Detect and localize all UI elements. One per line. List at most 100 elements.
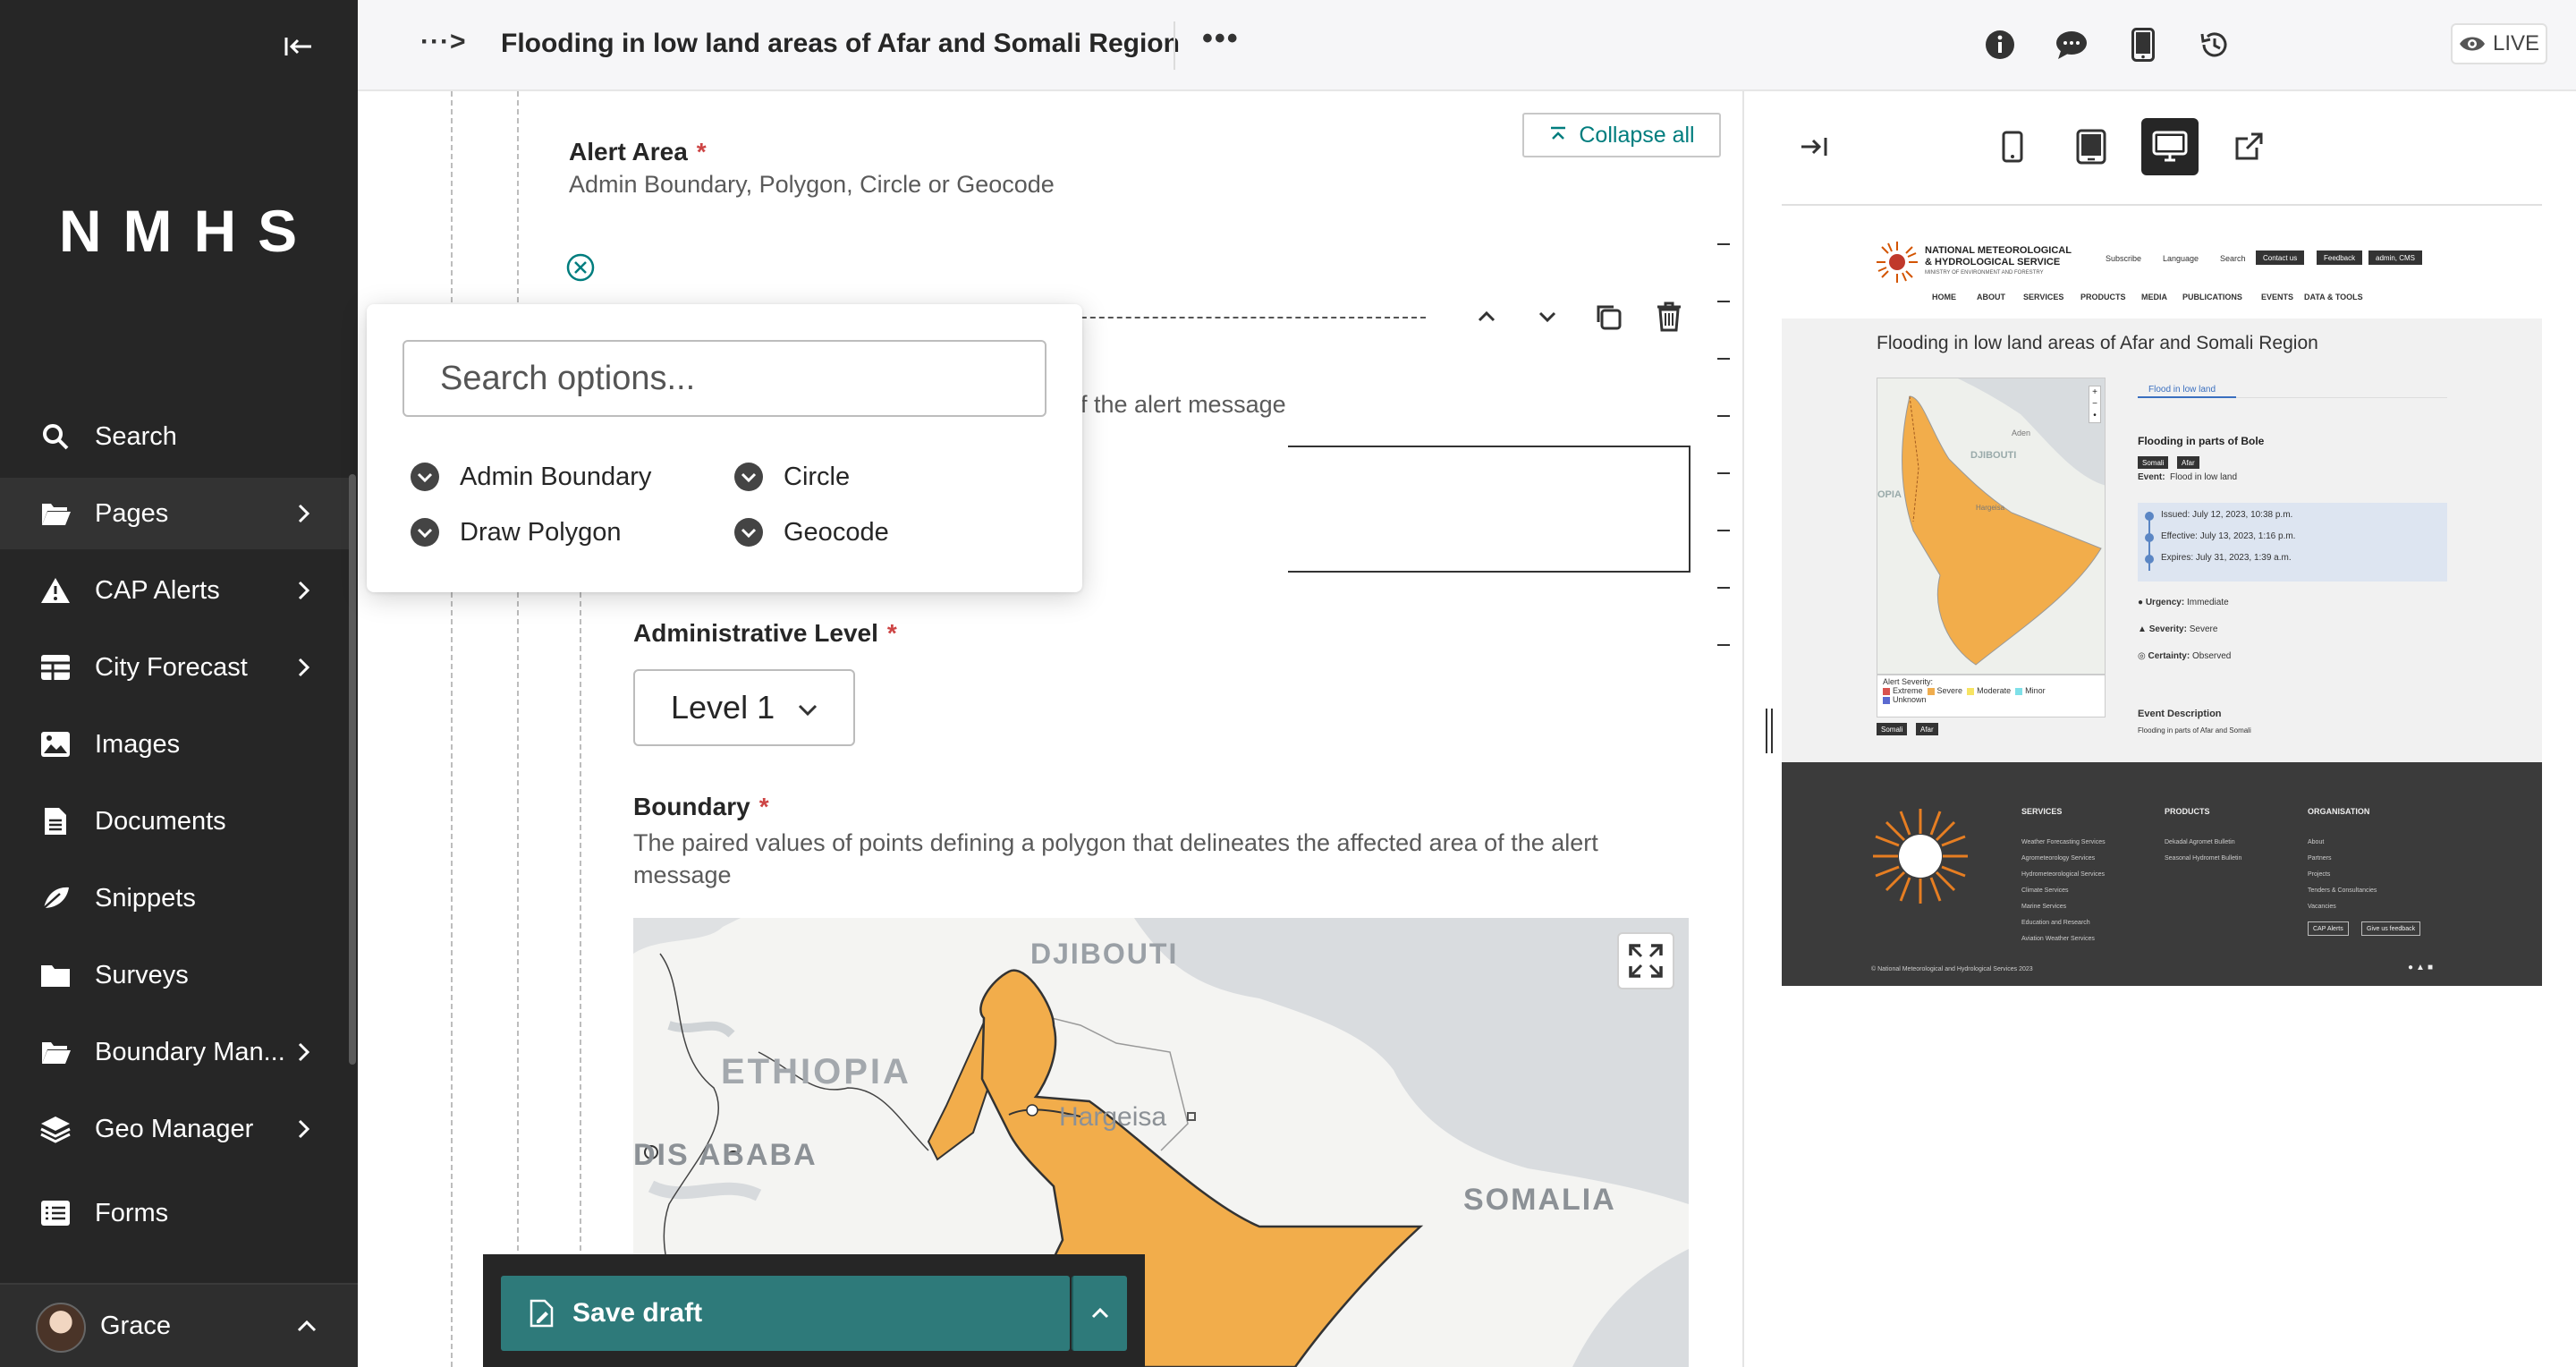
footer-link[interactable]: Hydrometeorological Services (2021, 871, 2105, 878)
sidebar-scrollbar[interactable] (349, 474, 356, 1065)
site-nav-media[interactable]: MEDIA (2141, 293, 2167, 301)
collapse-all-button[interactable]: Collapse all (1522, 113, 1721, 157)
footer-link[interactable]: About (2308, 839, 2324, 845)
preview-resize-handle[interactable] (1766, 709, 1773, 753)
option-circle[interactable]: Circle (733, 462, 850, 492)
sidebar-item-label: Pages (95, 498, 169, 528)
duplicate-button[interactable] (1590, 299, 1626, 335)
site-nav-products[interactable]: PRODUCTS (2080, 293, 2126, 301)
alert-page-title: Flooding in low land areas of Afar and S… (1877, 333, 2318, 353)
comments-button[interactable] (2054, 27, 2089, 63)
remove-area-icon[interactable] (565, 252, 596, 283)
map-fullscreen-button[interactable] (1617, 932, 1674, 989)
option-draw-polygon[interactable]: Draw Polygon (410, 517, 622, 548)
sidebar-item-snippets[interactable]: Snippets (0, 862, 349, 934)
collapse-sidebar-button[interactable] (281, 29, 317, 64)
preview-desktop-button[interactable] (2141, 118, 2199, 175)
site-nav-publications[interactable]: PUBLICATIONS (2182, 293, 2242, 301)
sidebar-item-city-forecast[interactable]: City Forecast (0, 632, 349, 703)
alert-map[interactable]: + − • Aden DJIBOUTI OPIA Hargeisa (1877, 378, 2106, 675)
sidebar-item-pages[interactable]: Pages (0, 478, 349, 549)
document-edit-icon (530, 1299, 554, 1328)
footer-link[interactable]: Seasonal Hydromet Bulletin (2165, 855, 2241, 862)
admin-cms-button[interactable]: admin, CMS (2368, 250, 2423, 265)
user-menu[interactable]: Grace (0, 1283, 358, 1367)
footer-link[interactable]: Education and Research (2021, 920, 2090, 926)
move-down-button[interactable] (1530, 299, 1565, 335)
footer-feedback-button[interactable]: Give us feedback (2361, 921, 2421, 936)
info-button[interactable] (1982, 27, 2018, 63)
administrative-level-label: Administrative Level * (633, 619, 897, 647)
preview-mobile-button[interactable] (1984, 118, 2041, 175)
footer-link[interactable]: Weather Forecasting Services (2021, 839, 2106, 845)
event-label: Event: (2138, 472, 2165, 482)
sidebar-item-surveys[interactable]: Surveys (0, 939, 349, 1011)
info-icon (1986, 30, 2014, 59)
sidebar-item-documents[interactable]: Documents (0, 785, 349, 857)
sidebar-item-cap-alerts[interactable]: CAP Alerts (0, 555, 349, 626)
open-preview-new-tab-button[interactable] (2220, 118, 2277, 175)
twitter-icon[interactable]: ▲ (2416, 963, 2428, 972)
footer-cap-alerts-button[interactable]: CAP Alerts (2308, 921, 2349, 936)
site-nav-events[interactable]: EVENTS (2261, 293, 2293, 301)
search-icon (39, 420, 72, 453)
administrative-level-select[interactable]: Level 1 (633, 669, 855, 746)
sidebar-item-label: Surveys (95, 960, 189, 989)
more-actions-button[interactable]: ••• (1202, 21, 1240, 56)
option-admin-boundary[interactable]: Admin Boundary (410, 462, 651, 492)
sidebar-item-geo-manager[interactable]: Geo Manager (0, 1093, 349, 1165)
youtube-icon[interactable]: ■ (2428, 963, 2436, 972)
sidebar-item-boundary-manager[interactable]: Boundary Man... (0, 1016, 349, 1088)
delete-button[interactable] (1651, 299, 1687, 335)
language-link[interactable]: Language (2163, 254, 2199, 263)
sidebar-item-search[interactable]: Search (0, 401, 349, 472)
desktop-icon (2152, 131, 2188, 162)
contact-us-button[interactable]: Contact us (2256, 250, 2305, 265)
tab-flood-in-low-land[interactable]: Flood in low land (2148, 385, 2216, 395)
site-nav-data-tools[interactable]: DATA & TOOLS (2304, 293, 2363, 301)
save-draft-button[interactable]: Save draft (501, 1276, 1070, 1351)
live-status-button[interactable]: LIVE (2451, 23, 2547, 64)
option-geocode[interactable]: Geocode (733, 517, 889, 548)
area-tag-afar: Afar (2177, 456, 2199, 469)
sidebar-item-images[interactable]: Images (0, 709, 349, 780)
site-nav-services[interactable]: SERVICES (2023, 293, 2063, 301)
option-label: Admin Boundary (460, 462, 652, 491)
chevron-down-circle-icon (734, 463, 763, 491)
search-link[interactable]: Search (2220, 254, 2246, 263)
footer-link[interactable]: Agrometeorology Services (2021, 855, 2095, 862)
history-button[interactable] (2197, 27, 2233, 63)
area-description-input[interactable] (1288, 446, 1690, 573)
tablet-icon (2076, 129, 2106, 165)
facebook-icon[interactable]: ● (2408, 963, 2416, 972)
close-preview-button[interactable] (1785, 118, 1843, 175)
footer-services-heading: SERVICES (2021, 807, 2063, 816)
more-save-options-button[interactable] (1072, 1276, 1127, 1351)
sidebar-item-label: Geo Manager (95, 1114, 254, 1143)
social-icons[interactable]: ●▲■ (2408, 963, 2436, 972)
footer-link[interactable]: Climate Services (2021, 887, 2069, 894)
site-nav-about[interactable]: ABOUT (1977, 293, 2005, 301)
map-zoom-controls[interactable]: + − • (2089, 386, 2101, 423)
site-nav-home[interactable]: HOME (1932, 293, 1956, 301)
editor-panel: Collapse all Alert Area * Admin Boundary,… (358, 91, 1742, 1367)
subscribe-link[interactable]: Subscribe (2106, 254, 2141, 263)
footer-link[interactable]: Vacancies (2308, 904, 2336, 910)
search-options-input[interactable] (402, 340, 1046, 417)
footer-link[interactable]: Marine Services (2021, 904, 2066, 910)
alert-area-label: Alert Area * (569, 138, 707, 166)
timeline-dot (2145, 555, 2154, 564)
footer-link[interactable]: Partners (2308, 855, 2331, 862)
mobile-preview-toggle[interactable] (2125, 27, 2161, 63)
preview-tablet-button[interactable] (2063, 118, 2120, 175)
footer-link[interactable]: Tenders & Consultancies (2308, 887, 2377, 894)
footer-link[interactable]: Projects (2308, 871, 2330, 878)
sidebar-item-forms[interactable]: Forms (0, 1177, 349, 1249)
breadcrumb[interactable]: ···> (420, 27, 467, 57)
footer-link[interactable]: Dekadal Agromet Bulletin (2165, 839, 2235, 845)
nesting-guide (580, 592, 581, 1367)
feedback-button[interactable]: Feedback (2317, 250, 2363, 265)
site-logo[interactable]: NMHS (0, 197, 358, 265)
move-up-button[interactable] (1469, 299, 1504, 335)
footer-link[interactable]: Aviation Weather Services (2021, 936, 2095, 942)
